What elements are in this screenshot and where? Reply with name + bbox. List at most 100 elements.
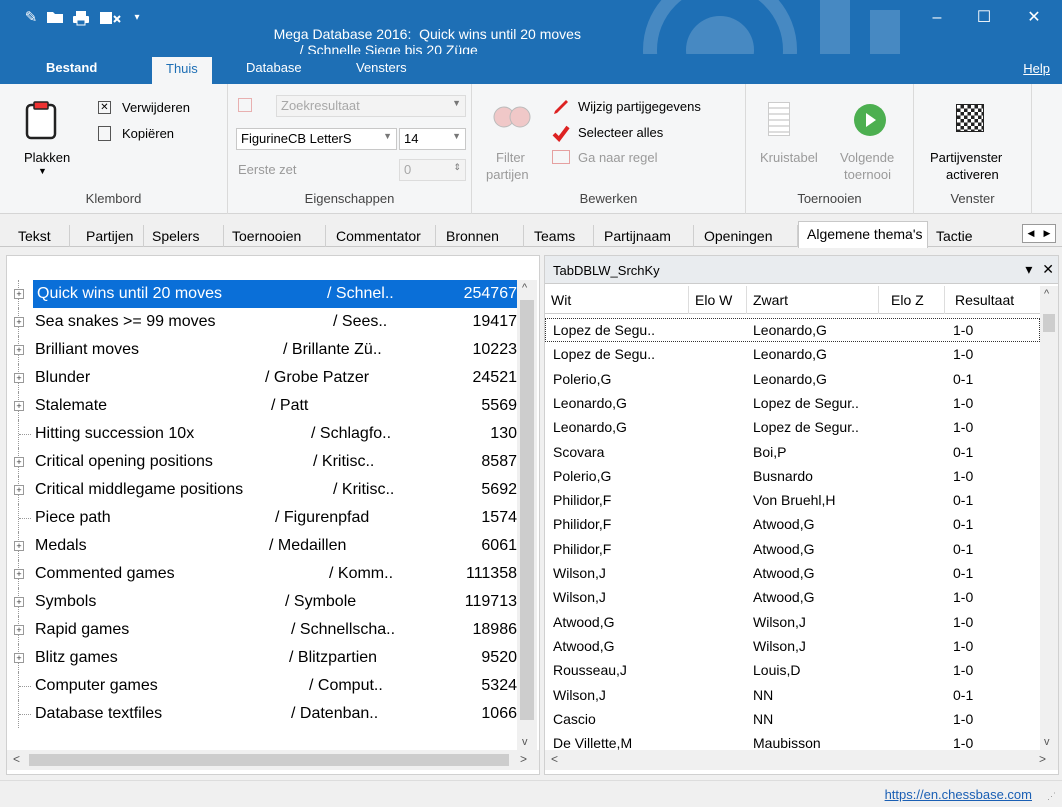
tab-partijen[interactable]: Partijen: [70, 225, 144, 247]
expand-icon[interactable]: +: [14, 569, 24, 579]
tree-item[interactable]: + Critical opening positions / Kritisc.. 85…: [7, 448, 517, 476]
activate-window-label-2[interactable]: activeren: [946, 167, 999, 182]
games-row[interactable]: Leonardo,G Lopez de Segur.. 1-0: [545, 415, 1040, 439]
games-horizontal-scrollbar[interactable]: < >: [545, 750, 1058, 770]
expand-icon[interactable]: +: [14, 485, 24, 495]
expand-icon[interactable]: +: [14, 625, 24, 635]
games-row[interactable]: Wilson,J Atwood,G 1-0: [545, 585, 1040, 609]
chessbase-link[interactable]: https://en.chessbase.com: [885, 787, 1032, 802]
tree-item[interactable]: + Quick wins until 20 moves / Schnel.. 2547…: [7, 280, 517, 308]
next-tournament-label-2[interactable]: toernooi: [844, 167, 891, 182]
open-folder-icon[interactable]: [46, 10, 64, 26]
hscroll-right-icon[interactable]: >: [520, 752, 527, 766]
tab-vensters[interactable]: Vensters: [356, 60, 407, 75]
games-row[interactable]: Lopez de Segu.. Leonardo,G 1-0: [545, 342, 1040, 366]
games-row[interactable]: Scovara Boi,P 0-1: [545, 440, 1040, 464]
panel-close-icon[interactable]: ✕: [1042, 261, 1054, 277]
tab-tekst[interactable]: Tekst: [6, 225, 70, 247]
tree-item[interactable]: Computer games / Comput.. 5324: [7, 672, 517, 700]
hscroll-left-icon[interactable]: <: [13, 752, 20, 766]
tree-item[interactable]: + Medals / Medaillen 6061: [7, 532, 517, 560]
col-header-elo-white[interactable]: Elo W: [689, 286, 747, 314]
expand-icon[interactable]: +: [14, 457, 24, 467]
tree-item[interactable]: + Blunder / Grobe Patzer 24521: [7, 364, 517, 392]
col-header-result[interactable]: Resultaat: [945, 286, 1040, 314]
games-hscroll-left-icon[interactable]: <: [551, 752, 558, 766]
copy-button[interactable]: Kopiëren: [122, 126, 174, 141]
expand-icon[interactable]: +: [14, 373, 24, 383]
next-tournament-label-1[interactable]: Volgende: [840, 150, 894, 165]
games-row[interactable]: Rousseau,J Louis,D 1-0: [545, 658, 1040, 682]
tree-horizontal-scrollbar[interactable]: < >: [7, 750, 539, 770]
tab-commentator[interactable]: Commentator: [326, 225, 436, 247]
scroll-up-icon[interactable]: ^: [522, 282, 527, 294]
maximize-button[interactable]: ☐: [962, 6, 1006, 30]
games-row[interactable]: Lopez de Segu.. Leonardo,G 1-0: [545, 318, 1040, 342]
tree-item[interactable]: + Rapid games / Schnellscha.. 18986: [7, 616, 517, 644]
search-result-combo[interactable]: Zoekresultaat ▼: [276, 95, 466, 117]
expand-icon[interactable]: +: [14, 401, 24, 411]
paste-dropdown-icon[interactable]: ▼: [38, 166, 47, 176]
edit-game-data-button[interactable]: Wijzig partijgegevens: [578, 99, 701, 114]
expand-icon[interactable]: +: [14, 653, 24, 663]
tree-item[interactable]: + Sea snakes >= 99 moves / Sees.. 19417: [7, 308, 517, 336]
customize-toolbar-icon[interactable]: ▾: [128, 10, 146, 26]
close-button[interactable]: ✕: [1012, 6, 1056, 30]
expand-icon[interactable]: +: [14, 541, 24, 551]
games-scroll-down-icon[interactable]: v: [1044, 736, 1050, 748]
expand-icon[interactable]: +: [14, 317, 24, 327]
games-row[interactable]: Philidor,F Von Bruehl,H 0-1: [545, 488, 1040, 512]
first-move-spinner[interactable]: 0 ⇕: [399, 159, 466, 181]
tab-spelers[interactable]: Spelers: [144, 225, 224, 247]
games-row[interactable]: Wilson,J Atwood,G 0-1: [545, 561, 1040, 585]
games-row[interactable]: Philidor,F Atwood,G 0-1: [545, 512, 1040, 536]
col-header-elo-black[interactable]: Elo Z: [879, 286, 945, 314]
games-row[interactable]: Leonardo,G Lopez de Segur.. 1-0: [545, 391, 1040, 415]
crosstable-button[interactable]: Kruistabel: [760, 150, 818, 165]
expand-icon[interactable]: +: [14, 345, 24, 355]
goto-line-button[interactable]: Ga naar regel: [578, 150, 658, 165]
tab-bronnen[interactable]: Bronnen: [436, 225, 524, 247]
tab-database[interactable]: Database: [246, 60, 302, 75]
tree-item[interactable]: Database textfiles / Datenban.. 1066: [7, 700, 517, 728]
tree-item[interactable]: + Symbols / Symbole 119713: [7, 588, 517, 616]
tab-algemene-themas[interactable]: Algemene thema's: [798, 221, 928, 248]
expand-icon[interactable]: +: [14, 597, 24, 607]
print-icon[interactable]: [72, 10, 90, 26]
minimize-button[interactable]: –: [915, 6, 959, 30]
panel-menu-icon[interactable]: ▾: [1025, 261, 1032, 277]
help-link[interactable]: Help: [1023, 61, 1050, 76]
tab-toernooien[interactable]: Toernooien: [224, 225, 326, 247]
font-combo[interactable]: FigurineCB LetterS ▼: [236, 128, 397, 150]
tree-vertical-scrollbar[interactable]: ^ v: [517, 280, 537, 750]
tab-partijnaam[interactable]: Partijnaam: [594, 225, 694, 247]
tree-item[interactable]: + Commented games / Komm.. 111358: [7, 560, 517, 588]
tab-scroll-left-icon[interactable]: ◀: [1023, 225, 1039, 242]
edit-icon[interactable]: ✎: [22, 10, 40, 26]
tree-item[interactable]: Piece path / Figurenpfad 1574: [7, 504, 517, 532]
games-row[interactable]: Wilson,J NN 0-1: [545, 683, 1040, 707]
tree-hscroll-thumb[interactable]: [29, 754, 509, 766]
tree-item[interactable]: + Blitz games / Blitzpartien 9520: [7, 644, 517, 672]
games-hscroll-right-icon[interactable]: >: [1039, 752, 1046, 766]
tree-item[interactable]: + Brilliant moves / Brillante Zü.. 10223: [7, 336, 517, 364]
games-scroll-thumb[interactable]: [1043, 314, 1055, 332]
games-row[interactable]: Philidor,F Atwood,G 0-1: [545, 537, 1040, 561]
tree-item[interactable]: + Critical middlegame positions / Kritisc.…: [7, 476, 517, 504]
tree-item[interactable]: Hitting succession 10x / Schlagfo.. 130: [7, 420, 517, 448]
col-header-black[interactable]: Zwart: [747, 286, 879, 314]
tab-thuis[interactable]: Thuis: [152, 57, 212, 84]
paste-button[interactable]: Plakken: [24, 150, 70, 165]
tab-tactiek[interactable]: Tactie: [930, 225, 1008, 247]
resize-grip-icon[interactable]: ⋰: [1047, 791, 1056, 802]
delete-button[interactable]: Verwijderen: [122, 100, 190, 115]
tree-scroll-thumb[interactable]: [520, 300, 534, 720]
games-row[interactable]: Atwood,G Wilson,J 1-0: [545, 634, 1040, 658]
select-all-button[interactable]: Selecteer alles: [578, 125, 663, 140]
font-size-combo[interactable]: 14 ▼: [399, 128, 466, 150]
filter-label-2[interactable]: partijen: [486, 167, 529, 182]
expand-icon[interactable]: +: [14, 289, 24, 299]
tab-scroll-right-icon[interactable]: ▶: [1039, 225, 1055, 242]
filter-label-1[interactable]: Filter: [496, 150, 525, 165]
delete-games-icon[interactable]: [98, 10, 124, 26]
